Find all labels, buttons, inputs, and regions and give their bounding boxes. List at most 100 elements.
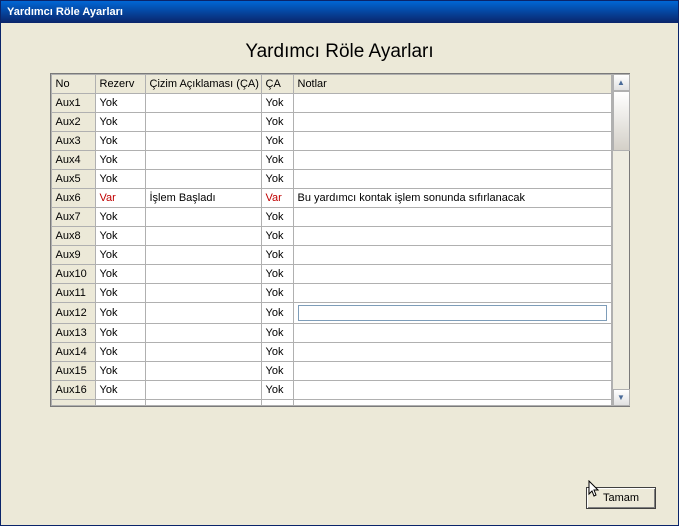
table-row[interactable]: Aux5YokYok: [51, 170, 611, 189]
cell-ca[interactable]: Yok: [261, 381, 293, 400]
cell-ca-desc[interactable]: [145, 227, 261, 246]
cell-no[interactable]: Aux8: [51, 227, 95, 246]
cell-no[interactable]: Aux10: [51, 265, 95, 284]
cell-ca-desc[interactable]: [145, 208, 261, 227]
cell-ca[interactable]: Yok: [261, 343, 293, 362]
cell-ca[interactable]: Var: [261, 189, 293, 208]
table-row[interactable]: Aux6Varİşlem BaşladıVarBu yardımcı konta…: [51, 189, 611, 208]
col-header-rezerv[interactable]: Rezerv: [95, 75, 145, 94]
cell-ca-desc[interactable]: [145, 246, 261, 265]
cell-rezerv[interactable]: Yok: [95, 208, 145, 227]
cell-rezerv[interactable]: Yok: [95, 246, 145, 265]
cell-ca-desc[interactable]: [145, 113, 261, 132]
table-row[interactable]: Aux10YokYok: [51, 265, 611, 284]
cell-ca-desc[interactable]: [145, 400, 261, 406]
cell-notlar[interactable]: [293, 343, 611, 362]
scroll-thumb[interactable]: [613, 91, 630, 151]
table-row[interactable]: Aux11YokYok: [51, 284, 611, 303]
cell-notlar[interactable]: [293, 324, 611, 343]
cell-ca[interactable]: Yok: [261, 284, 293, 303]
scroll-up-button[interactable]: ▲: [613, 74, 630, 91]
cell-notlar[interactable]: Bu yardımcı kontak işlem sonunda sıfırla…: [293, 189, 611, 208]
cell-notlar[interactable]: [293, 132, 611, 151]
cell-no[interactable]: Aux5: [51, 170, 95, 189]
cell-rezerv[interactable]: Yok: [95, 284, 145, 303]
cell-notlar[interactable]: [293, 227, 611, 246]
table-row[interactable]: [51, 400, 611, 406]
cell-no[interactable]: Aux1: [51, 94, 95, 113]
cell-no[interactable]: Aux11: [51, 284, 95, 303]
cell-no[interactable]: Aux15: [51, 362, 95, 381]
cell-ca-desc[interactable]: [145, 170, 261, 189]
table-row[interactable]: Aux7YokYok: [51, 208, 611, 227]
cell-rezerv[interactable]: Yok: [95, 132, 145, 151]
cell-ca-desc[interactable]: [145, 265, 261, 284]
cell-rezerv[interactable]: Yok: [95, 170, 145, 189]
cell-ca-desc[interactable]: [145, 324, 261, 343]
cell-no[interactable]: Aux3: [51, 132, 95, 151]
table-row[interactable]: Aux4YokYok: [51, 151, 611, 170]
cell-rezerv[interactable]: Yok: [95, 265, 145, 284]
titlebar[interactable]: Yardımcı Röle Ayarları: [1, 1, 678, 23]
cell-rezerv[interactable]: Yok: [95, 343, 145, 362]
cell-no[interactable]: Aux6: [51, 189, 95, 208]
cell-ca[interactable]: Yok: [261, 246, 293, 265]
cell-ca-desc[interactable]: [145, 343, 261, 362]
col-header-ca[interactable]: ÇA: [261, 75, 293, 94]
cell-notlar[interactable]: [293, 151, 611, 170]
cell-ca-desc[interactable]: [145, 132, 261, 151]
cell-notlar[interactable]: [293, 170, 611, 189]
col-header-ca-desc[interactable]: Çizim Açıklaması (ÇA): [145, 75, 261, 94]
cell-rezerv[interactable]: Yok: [95, 324, 145, 343]
cell-notlar[interactable]: [293, 303, 611, 324]
cell-ca[interactable]: Yok: [261, 227, 293, 246]
cell-ca[interactable]: Yok: [261, 208, 293, 227]
cell-no[interactable]: [51, 400, 95, 406]
cell-ca-desc[interactable]: [145, 381, 261, 400]
table-row[interactable]: Aux13YokYok: [51, 324, 611, 343]
cell-ca-desc[interactable]: [145, 284, 261, 303]
cell-ca[interactable]: Yok: [261, 132, 293, 151]
cell-rezerv[interactable]: Var: [95, 189, 145, 208]
cell-rezerv[interactable]: Yok: [95, 303, 145, 324]
cell-ca-desc[interactable]: [145, 151, 261, 170]
table-row[interactable]: Aux1YokYok: [51, 94, 611, 113]
table-row[interactable]: Aux12YokYok: [51, 303, 611, 324]
cell-no[interactable]: Aux2: [51, 113, 95, 132]
cell-ca-desc[interactable]: [145, 303, 261, 324]
cell-ca[interactable]: Yok: [261, 113, 293, 132]
scroll-track[interactable]: [613, 91, 629, 389]
cell-ca[interactable]: Yok: [261, 170, 293, 189]
cell-ca[interactable]: Yok: [261, 362, 293, 381]
cell-notlar[interactable]: [293, 362, 611, 381]
relay-grid[interactable]: No Rezerv Çizim Açıklaması (ÇA) ÇA Notla…: [51, 74, 612, 406]
cell-ca[interactable]: Yok: [261, 94, 293, 113]
table-row[interactable]: Aux3YokYok: [51, 132, 611, 151]
cell-rezerv[interactable]: Yok: [95, 94, 145, 113]
cell-ca-desc[interactable]: [145, 94, 261, 113]
cell-rezerv[interactable]: Yok: [95, 381, 145, 400]
cell-rezerv[interactable]: Yok: [95, 151, 145, 170]
cell-ca[interactable]: [261, 400, 293, 406]
cell-notlar[interactable]: [293, 381, 611, 400]
cell-rezerv[interactable]: [95, 400, 145, 406]
cell-ca-desc[interactable]: [145, 362, 261, 381]
notlar-input[interactable]: [298, 305, 607, 321]
scroll-down-button[interactable]: ▼: [613, 389, 630, 406]
cell-notlar[interactable]: [293, 265, 611, 284]
cell-rezerv[interactable]: Yok: [95, 113, 145, 132]
cell-ca[interactable]: Yok: [261, 265, 293, 284]
col-header-no[interactable]: No: [51, 75, 95, 94]
cell-no[interactable]: Aux7: [51, 208, 95, 227]
cell-no[interactable]: Aux9: [51, 246, 95, 265]
table-row[interactable]: Aux9YokYok: [51, 246, 611, 265]
cell-rezerv[interactable]: Yok: [95, 227, 145, 246]
table-row[interactable]: Aux15YokYok: [51, 362, 611, 381]
table-row[interactable]: Aux2YokYok: [51, 113, 611, 132]
cell-no[interactable]: Aux16: [51, 381, 95, 400]
cell-notlar[interactable]: [293, 400, 611, 406]
table-row[interactable]: Aux14YokYok: [51, 343, 611, 362]
cell-rezerv[interactable]: Yok: [95, 362, 145, 381]
cell-ca[interactable]: Yok: [261, 151, 293, 170]
cell-notlar[interactable]: [293, 246, 611, 265]
